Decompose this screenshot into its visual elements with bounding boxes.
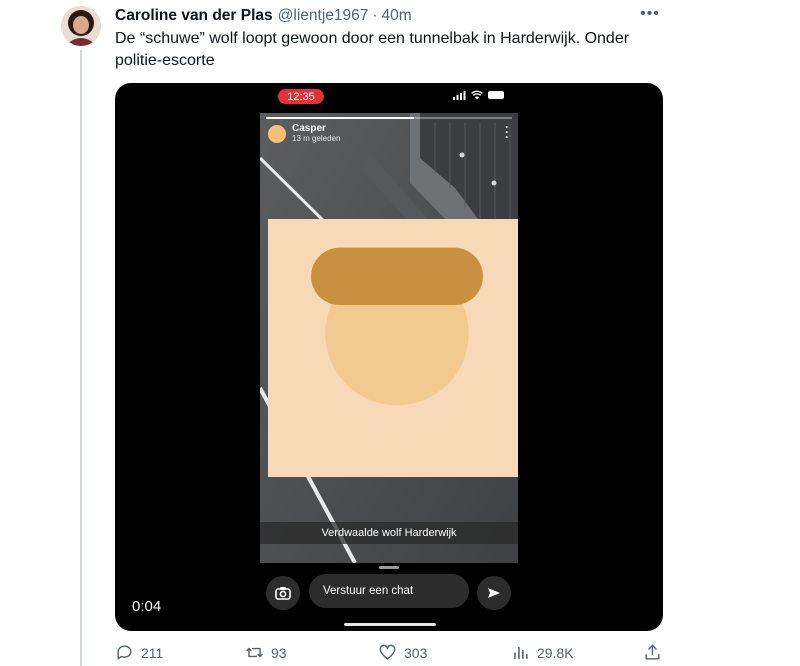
tweet-text: De “schuwe” wolf loopt gewoon door een t… — [115, 30, 630, 69]
phone-screen-recording: 12:35 Casper 13 m geleden · · · Verdwaal… — [260, 83, 518, 631]
views-button[interactable]: 29.8K — [511, 643, 574, 662]
story-frame: Casper 13 m geleden · · · Verdwaalde wolf … — [260, 113, 518, 563]
tweet-actions: 211 93 303 29.8K — [115, 643, 665, 665]
wifi-icon — [471, 90, 483, 100]
thread-line — [80, 50, 82, 666]
share-button[interactable] — [643, 643, 662, 662]
camera-icon — [266, 576, 300, 610]
story-user-avatar — [268, 124, 518, 477]
video-player[interactable]: 12:35 Casper 13 m geleden · · · Verdwaal… — [115, 83, 663, 631]
share-icon — [645, 644, 660, 660]
more-options-icon[interactable]: ••• — [638, 4, 662, 24]
story-more-icon: · · · — [505, 120, 509, 144]
retweet-icon — [246, 647, 263, 658]
reply-count: 211 — [141, 644, 164, 661]
like-button[interactable]: 303 — [378, 643, 427, 662]
author-name[interactable]: Caroline van der Plas — [115, 7, 273, 25]
analytics-icon — [514, 646, 528, 659]
chat-input-placeholder: Verstuur een chat — [309, 574, 469, 608]
author-handle[interactable]: @lientje1967 — [278, 7, 369, 25]
story-chat-bar: Verstuur een chat — [260, 563, 518, 631]
retweet-button[interactable]: 93 — [245, 643, 287, 662]
story-progress-bar — [266, 117, 512, 119]
story-progress-fill — [266, 117, 414, 119]
tweet-header: Caroline van der Plas @lientje1967 · 40m — [115, 6, 412, 26]
timestamp[interactable]: 40m — [382, 7, 412, 25]
heart-icon — [379, 644, 396, 660]
view-count: 29.8K — [537, 644, 574, 661]
status-icons — [453, 90, 504, 100]
retweet-count: 93 — [271, 644, 287, 661]
swipe-handle — [379, 566, 399, 569]
story-caption: Verdwaalde wolf Harderwijk — [260, 522, 518, 544]
send-arrow-icon — [477, 576, 511, 610]
reply-icon — [117, 645, 132, 660]
story-header: Casper 13 m geleden — [268, 123, 518, 477]
reply-button[interactable]: 211 — [115, 643, 163, 662]
signal-icon — [453, 90, 466, 100]
battery-icon — [488, 91, 504, 99]
home-indicator — [344, 623, 436, 626]
like-count: 303 — [404, 644, 428, 661]
separator-dot: · — [372, 7, 378, 24]
video-duration: 0:04 — [132, 598, 162, 615]
avatar[interactable] — [61, 6, 101, 46]
status-time-pill: 12:35 — [278, 89, 324, 104]
